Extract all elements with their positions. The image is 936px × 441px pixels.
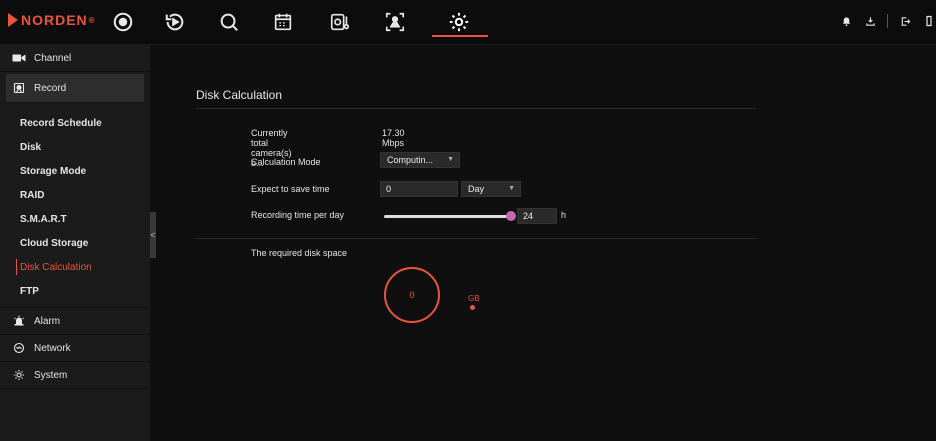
sidebar-item-label: Network	[34, 342, 71, 354]
disk-space-ring: 0	[384, 267, 440, 323]
sidebar: Channel Record Record Schedule Disk Stor…	[0, 45, 150, 441]
main-panel: Disk Calculation Currently total camera(…	[156, 45, 936, 441]
rec-time-slider-track[interactable]	[384, 215, 510, 218]
rec-time-input[interactable]: 24	[517, 208, 557, 224]
sidebar-item-alarm[interactable]: Alarm	[0, 307, 150, 335]
save-time-unit-select[interactable]: Day ▼	[461, 181, 521, 197]
fullscreen-icon[interactable]	[922, 14, 936, 28]
top-bar: NORDEN ®	[0, 0, 936, 45]
calc-mode-label: Calculation Mode	[251, 157, 321, 167]
section-divider	[196, 238, 756, 239]
record-submenu: Record Schedule Disk Storage Mode RAID S…	[0, 103, 150, 307]
page-title: Disk Calculation	[196, 88, 283, 102]
sidebar-item-network[interactable]: Network	[0, 335, 150, 362]
live-view-icon[interactable]	[108, 8, 138, 36]
face-detect-icon[interactable]	[380, 8, 410, 36]
network-icon	[12, 342, 26, 354]
submenu-storage-mode[interactable]: Storage Mode	[0, 159, 150, 183]
rec-time-slider-thumb[interactable]	[506, 211, 516, 221]
rec-time-unit: h	[561, 210, 567, 220]
title-divider	[196, 108, 756, 109]
top-right-icons	[839, 14, 936, 28]
camera-icon	[12, 52, 26, 64]
brand-logo: NORDEN ®	[8, 12, 96, 28]
required-space-label: The required disk space	[251, 248, 348, 258]
chevron-down-icon: ▼	[508, 185, 515, 192]
submenu-disk-calculation[interactable]: Disk Calculation	[0, 255, 150, 279]
logo-triangle-icon	[8, 13, 18, 27]
logout-icon[interactable]	[898, 14, 912, 28]
sidebar-item-channel[interactable]: Channel	[0, 45, 150, 72]
alarm-icon	[12, 315, 26, 327]
calc-mode-value: Computin...	[387, 155, 434, 165]
bell-icon[interactable]	[839, 14, 853, 28]
legend-dot	[470, 305, 475, 310]
sidebar-item-system[interactable]: System	[0, 362, 150, 389]
submenu-disk[interactable]: Disk	[0, 135, 150, 159]
submenu-raid[interactable]: RAID	[0, 183, 150, 207]
bitrate-value: 17.30 Mbps	[382, 128, 405, 148]
calc-mode-select[interactable]: Computin... ▼	[380, 152, 460, 168]
submenu-ftp[interactable]: FTP	[0, 279, 150, 303]
chevron-down-icon: ▼	[447, 156, 454, 163]
calendar-icon[interactable]	[268, 8, 298, 36]
sidebar-item-record[interactable]: Record	[6, 74, 144, 103]
sidebar-item-label: Alarm	[34, 315, 61, 327]
save-time-input[interactable]: 0	[380, 181, 458, 197]
sidebar-item-label: System	[34, 369, 68, 381]
active-tab-underline	[432, 35, 488, 37]
record-icon	[12, 82, 26, 94]
disk-space-value: 0	[409, 290, 415, 300]
brand-registered: ®	[88, 15, 96, 25]
playback-icon[interactable]	[160, 8, 190, 36]
rec-time-label: Recording time per day	[251, 210, 345, 220]
save-time-label: Expect to save time	[251, 184, 330, 194]
submenu-record-schedule[interactable]: Record Schedule	[0, 111, 150, 135]
submenu-cloud-storage[interactable]: Cloud Storage	[0, 231, 150, 255]
toolbar-separator	[887, 14, 888, 28]
submenu-smart[interactable]: S.M.A.R.T	[0, 207, 150, 231]
sidebar-item-label: Channel	[34, 52, 72, 64]
search-icon[interactable]	[214, 8, 244, 36]
system-gear-icon	[12, 369, 26, 381]
thermometer-icon[interactable]	[325, 8, 355, 36]
brand-name: NORDEN	[21, 12, 88, 28]
settings-gear-icon[interactable]	[444, 8, 474, 36]
download-icon[interactable]	[863, 14, 877, 28]
disk-space-unit: GB	[468, 294, 480, 303]
save-time-unit: Day	[468, 184, 485, 194]
sidebar-item-label: Record	[34, 82, 67, 94]
